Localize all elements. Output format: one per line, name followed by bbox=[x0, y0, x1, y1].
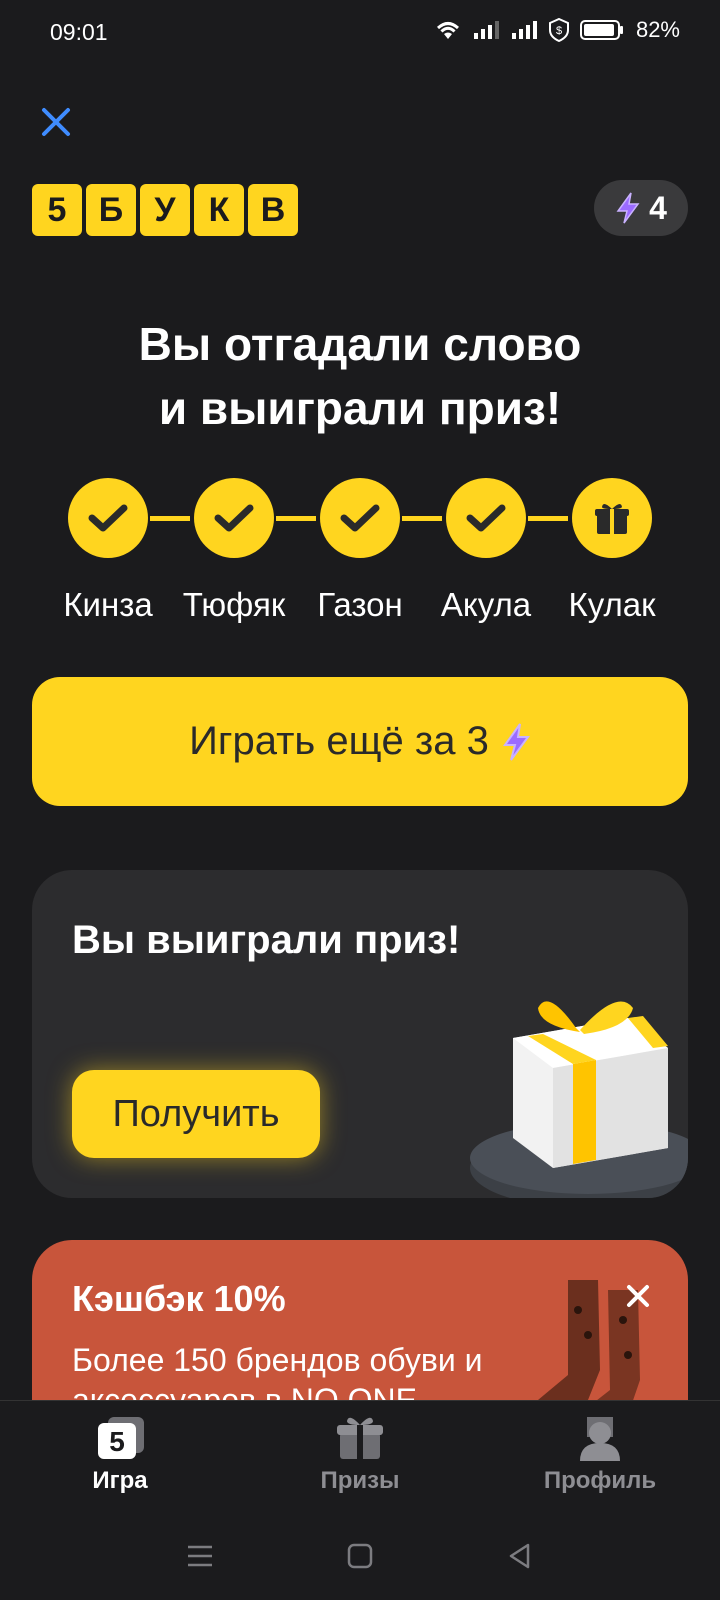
progress-step-done bbox=[194, 478, 274, 558]
promo-title: Кэшбэк 10% bbox=[72, 1278, 286, 1319]
headline-line-2: и выиграли приз! bbox=[158, 382, 562, 434]
prize-card-title: Вы выиграли приз! bbox=[72, 918, 461, 962]
close-button[interactable] bbox=[34, 100, 78, 144]
tab-label: Призы bbox=[320, 1467, 400, 1494]
progress-connector bbox=[150, 516, 190, 521]
play-again-button[interactable]: Играть ещё за 3 bbox=[32, 677, 688, 806]
get-prize-button[interactable]: Получить bbox=[72, 1070, 320, 1158]
lightning-icon bbox=[502, 722, 530, 761]
status-time: 09:01 bbox=[50, 19, 108, 45]
system-nav-bar bbox=[0, 1512, 720, 1600]
check-icon bbox=[88, 504, 128, 532]
home-nav-button[interactable] bbox=[330, 1526, 390, 1586]
progress-step-prize bbox=[572, 478, 652, 558]
play-again-label: Играть ещё за 3 bbox=[189, 719, 489, 763]
page-title: Вы отгадали слово и выиграли приз! bbox=[0, 312, 720, 440]
gift-icon bbox=[595, 503, 629, 534]
progress-connector bbox=[276, 516, 316, 521]
check-icon bbox=[340, 504, 380, 532]
progress-connector bbox=[402, 516, 442, 521]
gift-icon bbox=[337, 1417, 383, 1459]
progress-word: Газон bbox=[317, 586, 403, 623]
svg-text:$: $ bbox=[556, 25, 562, 37]
status-bar: 09:01 $ 82% bbox=[0, 0, 720, 66]
svg-text:5: 5 bbox=[109, 1426, 125, 1457]
progress-step-done bbox=[446, 478, 526, 558]
game-logo: 5 Б У К В bbox=[32, 184, 298, 236]
close-icon bbox=[42, 108, 70, 136]
home-icon bbox=[347, 1543, 373, 1569]
back-icon bbox=[509, 1543, 530, 1569]
prize-card: Вы выиграли приз! Получить bbox=[32, 870, 688, 1198]
tab-prizes[interactable]: Призы bbox=[240, 1401, 480, 1512]
logo-tile: Б bbox=[86, 184, 136, 236]
close-icon bbox=[627, 1285, 649, 1307]
lightning-icon bbox=[616, 192, 640, 224]
logo-tile: В bbox=[248, 184, 298, 236]
game-icon: 5 bbox=[98, 1417, 144, 1459]
promo-close-button[interactable] bbox=[618, 1276, 658, 1316]
logo-tile: К bbox=[194, 184, 244, 236]
tab-game[interactable]: 5 Игра bbox=[0, 1401, 240, 1512]
headline-line-1: Вы отгадали слово bbox=[138, 318, 582, 370]
check-icon bbox=[214, 504, 254, 532]
logo-tile: 5 bbox=[32, 184, 82, 236]
progress-word: Акула bbox=[440, 586, 532, 623]
progress-words: Кинза Тюфяк Газон Акула Кулак bbox=[0, 586, 720, 626]
tab-profile[interactable]: Профиль bbox=[480, 1401, 720, 1512]
progress-word: Тюфяк bbox=[182, 586, 286, 623]
battery-icon bbox=[579, 20, 623, 40]
energy-count: 4 bbox=[649, 189, 667, 226]
back-nav-button[interactable] bbox=[490, 1526, 550, 1586]
progress-word: Кулак bbox=[568, 586, 656, 623]
profile-icon bbox=[580, 1417, 620, 1461]
logo-tile: У bbox=[140, 184, 190, 236]
check-icon bbox=[466, 504, 506, 532]
energy-badge[interactable]: 4 bbox=[594, 180, 688, 236]
menu-nav-button[interactable] bbox=[170, 1526, 230, 1586]
battery-percent: 82% bbox=[635, 17, 680, 42]
progress-step-done bbox=[320, 478, 400, 558]
tab-label: Игра bbox=[92, 1467, 148, 1494]
signal-icon-2 bbox=[511, 21, 537, 39]
status-icons: $ 82% bbox=[434, 17, 680, 43]
wifi-icon bbox=[436, 22, 459, 39]
menu-icon bbox=[188, 1545, 212, 1567]
bottom-tab-bar: 5 Игра Призы Профиль bbox=[0, 1400, 720, 1512]
word-progress bbox=[68, 478, 652, 558]
shield-icon: $ bbox=[548, 18, 569, 42]
tab-label: Профиль bbox=[543, 1467, 657, 1494]
signal-icon-1 bbox=[473, 21, 499, 39]
progress-step-done bbox=[68, 478, 148, 558]
gift-illustration bbox=[470, 1001, 688, 1198]
progress-word: Кинза bbox=[63, 586, 153, 623]
progress-connector bbox=[528, 516, 568, 521]
